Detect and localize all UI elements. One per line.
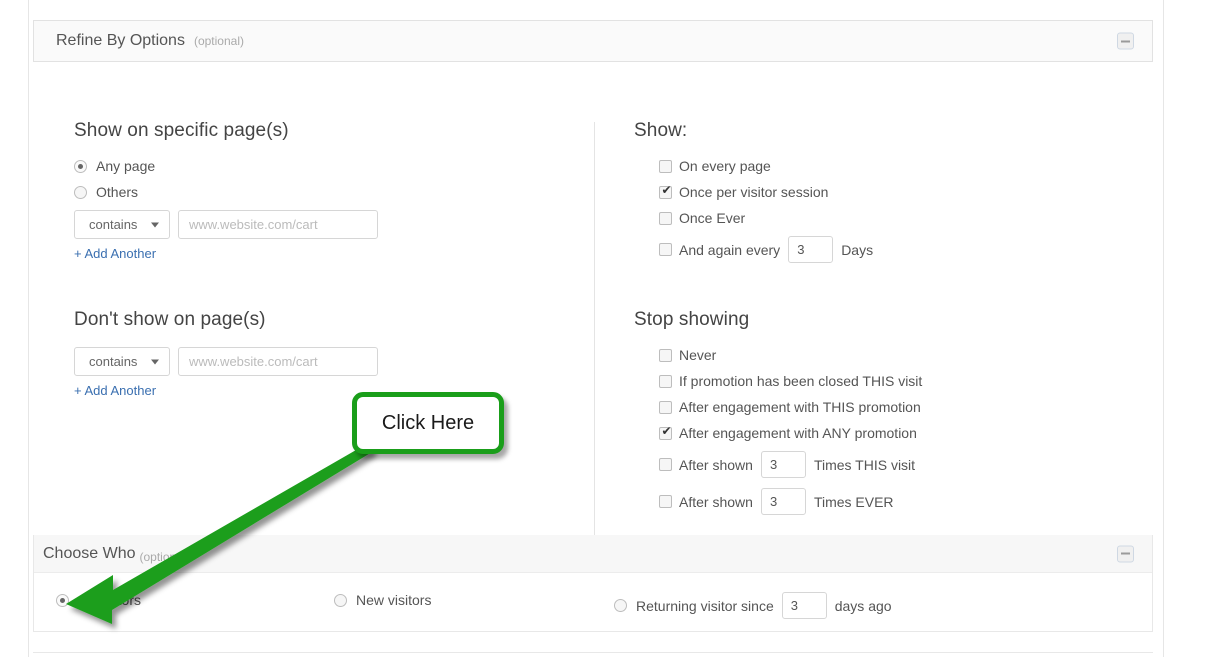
stop-showing-heading: Stop showing [634,309,1104,331]
checkbox-never-box [659,349,672,362]
and-again-every-days-input[interactable] [788,236,833,263]
refine-right-column: Show: On every page Once per visitor ses… [634,120,1104,525]
checkbox-engagement-any-promotion-label: After engagement with ANY promotion [679,425,917,441]
show-pages-field-row: contains [74,210,574,239]
checkbox-once-per-visitor-session-label: Once per visitor session [679,184,828,200]
checkbox-on-every-page-label: On every page [679,158,771,174]
minus-icon[interactable] [1117,33,1134,50]
checkbox-after-shown-ever-box [659,495,672,508]
radio-all-visitors-label: All visitors [78,592,141,608]
click-here-label: Click Here [382,412,474,435]
checkbox-once-per-visitor-session-box [659,186,672,199]
radio-new-visitors[interactable]: New visitors [334,592,431,608]
after-shown-ever-suffix: Times EVER [814,494,894,510]
checkbox-once-per-visitor-session[interactable]: Once per visitor session [659,184,1104,200]
checkbox-closed-this-visit[interactable]: If promotion has been closed THIS visit [659,373,1104,389]
checkbox-and-again-every[interactable]: And again every Days [659,236,1104,263]
panel-choose-who: Choose Who (optional) All visitors New v… [33,535,1153,632]
returning-visitor-days-input[interactable] [782,592,827,619]
panel-next-section [33,652,1153,657]
checkbox-once-ever-box [659,212,672,225]
choose-who-header: Choose Who (optional) [34,535,1152,573]
show-pages-match-select[interactable]: contains [74,210,170,239]
hide-pages-match-select-value: contains [89,354,137,369]
checkbox-on-every-page-box [659,160,672,173]
hide-pages-field-row: contains [74,347,574,376]
checkbox-once-ever-label: Once Ever [679,210,745,226]
checkbox-after-shown-this-visit-label: After shown [679,457,753,473]
radio-all-visitors[interactable]: All visitors [56,592,141,608]
checkbox-engagement-this-promotion-box [659,401,672,414]
page-root: Refine By Options (optional) Show on spe… [0,0,1219,657]
checkbox-and-again-every-box [659,243,672,256]
hide-pages-match-select[interactable]: contains [74,347,170,376]
minus-icon-bar [1121,40,1130,42]
after-shown-this-visit-input[interactable] [761,451,806,478]
radio-new-visitors-label: New visitors [356,592,431,608]
chevron-down-icon [151,359,159,364]
checkbox-engagement-this-promotion-label: After engagement with THIS promotion [679,399,921,415]
checkbox-never-label: Never [679,347,716,363]
checkbox-engagement-any-promotion-box [659,427,672,440]
refine-panel-header: Refine By Options (optional) [33,20,1153,62]
checkbox-never[interactable]: Never [659,347,1104,363]
radio-returning-visitor-indicator [614,599,627,612]
show-pages-url-input[interactable] [178,210,378,239]
checkbox-after-shown-this-visit[interactable]: After shown Times THIS visit [659,451,1104,478]
radio-returning-visitor-label: Returning visitor since [636,598,774,614]
panel-optional-label: (optional) [194,34,244,48]
column-divider [594,122,595,567]
choose-who-title: Choose Who [43,545,136,563]
radio-others-indicator [74,186,87,199]
checkbox-on-every-page[interactable]: On every page [659,158,1104,174]
radio-any-page-label: Any page [96,158,155,174]
minus-icon[interactable] [1117,545,1134,562]
show-pages-heading: Show on specific page(s) [74,120,574,142]
refine-panel-body: Show on specific page(s) Any page Others… [33,62,1153,524]
show-pages-match-select-value: contains [89,217,137,232]
hide-pages-heading: Don't show on page(s) [74,309,574,331]
checkbox-after-shown-ever[interactable]: After shown Times EVER [659,488,1104,515]
radio-new-visitors-indicator [334,594,347,607]
show-heading: Show: [634,120,1104,142]
checkbox-once-ever[interactable]: Once Ever [659,210,1104,226]
radio-others-label: Others [96,184,138,200]
panel-refine-by-options: Refine By Options (optional) Show on spe… [33,20,1153,525]
refine-left-column: Show on specific page(s) Any page Others… [74,120,574,400]
hide-pages-add-another-link[interactable]: + Add Another [74,383,156,398]
returning-visitor-suffix: days ago [835,598,892,614]
checkbox-engagement-any-promotion[interactable]: After engagement with ANY promotion [659,425,1104,441]
radio-any-page-indicator [74,160,87,173]
click-here-callout[interactable]: Click Here [352,392,504,454]
minus-icon-bar [1121,553,1130,555]
radio-all-visitors-indicator [56,594,69,607]
checkbox-closed-this-visit-label: If promotion has been closed THIS visit [679,373,922,389]
container-left-border [28,0,29,657]
checkbox-and-again-every-label: And again every [679,242,780,258]
after-shown-ever-input[interactable] [761,488,806,515]
hide-pages-url-input[interactable] [178,347,378,376]
show-pages-add-another-link[interactable]: + Add Another [74,246,156,261]
choose-who-optional-label: (optional) [140,550,190,564]
checkbox-closed-this-visit-box [659,375,672,388]
radio-any-page[interactable]: Any page [74,158,574,174]
after-shown-this-visit-suffix: Times THIS visit [814,457,915,473]
choose-who-body: All visitors New visitors Returning visi… [34,573,1152,631]
and-again-every-suffix: Days [841,242,873,258]
checkbox-after-shown-this-visit-box [659,458,672,471]
panel-title: Refine By Options [56,32,185,50]
checkbox-engagement-this-promotion[interactable]: After engagement with THIS promotion [659,399,1104,415]
chevron-down-icon [151,222,159,227]
container-right-border [1163,0,1164,657]
radio-returning-visitor[interactable]: Returning visitor since days ago [614,592,892,619]
checkbox-after-shown-ever-label: After shown [679,494,753,510]
radio-others[interactable]: Others [74,184,574,200]
